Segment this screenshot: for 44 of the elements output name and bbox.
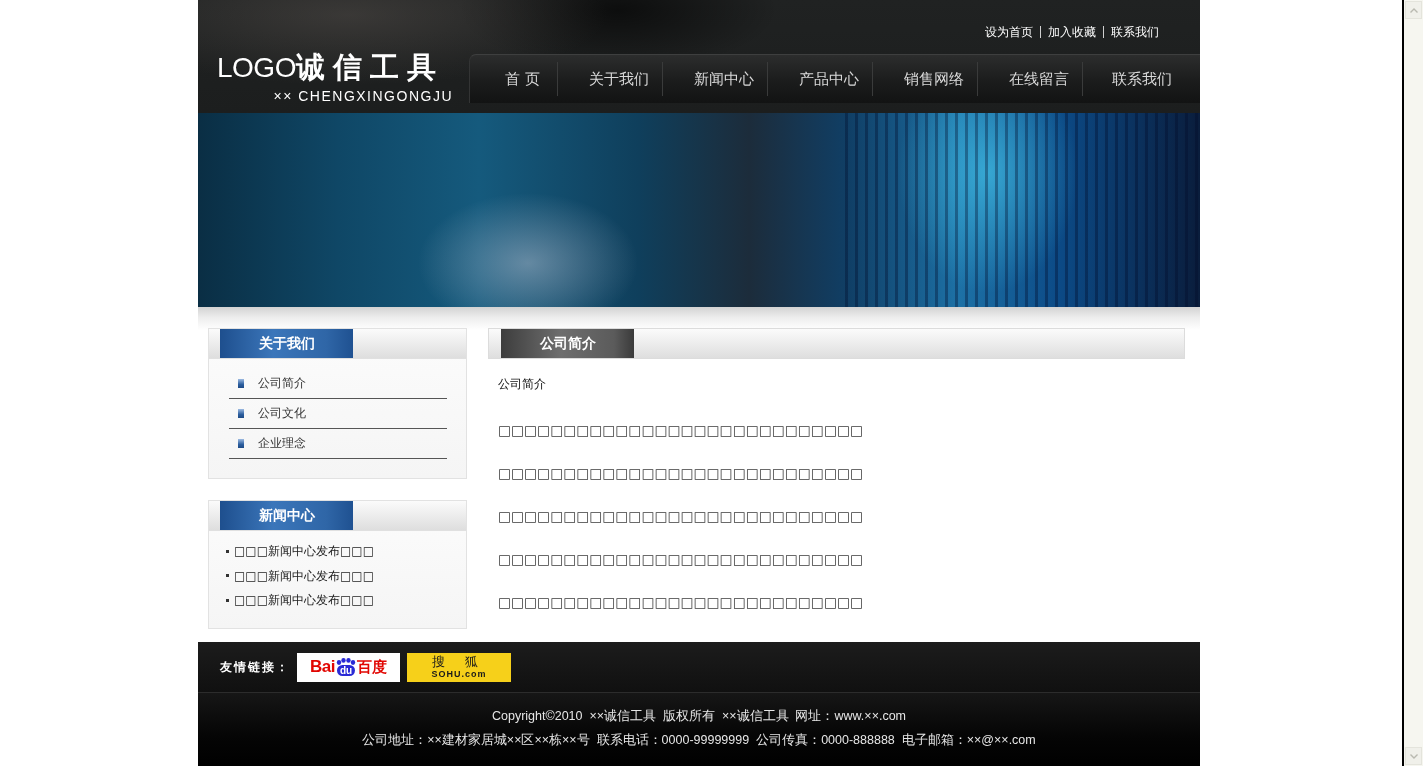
news-link[interactable]: □□□新闻中心发布□□□ [226, 563, 466, 588]
news-link[interactable]: □□□新闻中心发布□□□ [226, 588, 466, 613]
bullet-icon [238, 439, 244, 448]
nav-link[interactable]: 联系我们 [1083, 55, 1200, 103]
bullet-icon [238, 409, 244, 418]
logo-subtitle: ×× CHENGXINGONGJU [272, 88, 453, 105]
bullet-icon [226, 574, 229, 578]
section-title: 公司简介 [501, 329, 634, 358]
logo-title: LOGO诚信工具 [217, 52, 445, 83]
nav-link[interactable]: 新闻中心 [663, 55, 767, 103]
nav-link[interactable]: 产品中心 [768, 55, 872, 103]
bullet-icon [238, 379, 244, 388]
bullet-icon [226, 598, 229, 602]
article-heading: 公司简介 [498, 377, 547, 391]
top-link[interactable]: 设为首页 [978, 26, 1040, 38]
nav-link[interactable]: 关于我们 [558, 55, 662, 103]
paw-icon [336, 658, 356, 665]
footer-text: Copyright©2010 ××诚信工具 版权所有 ××诚信工具 网址：www.××.com [490, 708, 908, 725]
top-link[interactable]: 联系我们 [1103, 26, 1166, 38]
scroll-down-button[interactable] [1405, 747, 1422, 765]
sidebar-link[interactable]: 公司简介 [229, 369, 447, 399]
article-paragraph: □□□□□□□□□□□□□□□□□□□□□□□□□□□□ [498, 421, 864, 440]
article-paragraph: □□□□□□□□□□□□□□□□□□□□□□□□□□□□ [498, 507, 864, 526]
top-link[interactable]: 加入收藏 [1040, 26, 1103, 38]
caret-down-icon [1409, 753, 1418, 759]
nav-link[interactable]: 首 页 [470, 55, 557, 103]
friend-link-logo[interactable]: Bai du 百度 [297, 652, 400, 682]
friend-links-label: 友情链接： [220, 658, 290, 676]
nav-link[interactable]: 销售网络 [873, 55, 977, 103]
news-link[interactable]: □□□新闻中心发布□□□ [226, 539, 466, 564]
scroll-up-button[interactable] [1405, 1, 1422, 19]
section-title: 关于我们 [220, 329, 353, 358]
caret-up-icon [1409, 7, 1418, 13]
vertical-scrollbar[interactable] [1402, 0, 1423, 766]
article-paragraph: □□□□□□□□□□□□□□□□□□□□□□□□□□□□ [498, 593, 864, 612]
section-title: 新闻中心 [220, 501, 353, 530]
sidebar-link[interactable]: 企业理念 [229, 429, 447, 459]
nav-link[interactable]: 在线留言 [978, 55, 1082, 103]
article-paragraph: □□□□□□□□□□□□□□□□□□□□□□□□□□□□ [498, 464, 864, 483]
article-paragraph: □□□□□□□□□□□□□□□□□□□□□□□□□□□□ [498, 550, 864, 569]
sidebar-link[interactable]: 公司文化 [229, 399, 447, 429]
bullet-icon [226, 549, 229, 553]
friend-link-logo[interactable]: 搜 狐 SOHU.com [407, 652, 511, 682]
footer-text: 公司地址：××建材家居城××区××栋××号 联系电话：0000-99999999 公司传真：0000-888888 电子邮箱：××@××.com [361, 732, 1037, 749]
